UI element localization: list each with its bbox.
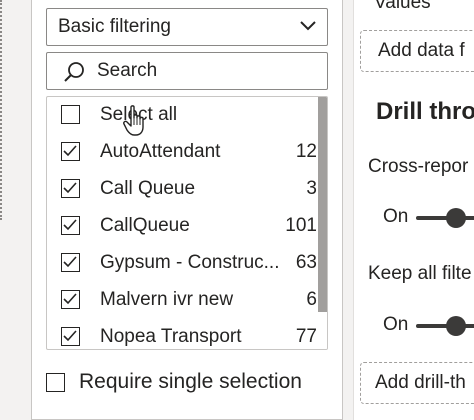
list-item[interactable]: Malvern ivr new 6 [47, 283, 317, 317]
item-label: Nopea Transport [100, 326, 242, 347]
filter-type-dropdown[interactable]: Basic filtering [46, 8, 328, 46]
item-checkbox[interactable] [61, 216, 80, 235]
select-all-checkbox[interactable] [61, 105, 80, 124]
keep-all-filters-label: Keep all filte [368, 263, 472, 284]
left-dashed-border [0, 0, 3, 220]
item-count: 6 [306, 289, 317, 310]
item-checkbox[interactable] [61, 179, 80, 198]
keep-filters-state: On [383, 314, 409, 335]
item-label: Call Queue [100, 178, 196, 199]
add-data-label: Add data f [378, 40, 465, 61]
scroll-thumb[interactable] [318, 97, 327, 312]
add-data-fields-button[interactable]: Add data f [360, 30, 474, 72]
item-count: 101 [285, 215, 317, 236]
item-label: Malvern ivr new [100, 289, 234, 310]
item-count: 3 [306, 178, 317, 199]
cross-report-label: Cross-repor [368, 156, 469, 177]
item-count: 12 [295, 141, 317, 162]
select-all-item[interactable]: Select all [47, 98, 317, 132]
filter-card: Basic filtering Search Select all AutoAt… [31, 0, 343, 420]
list-scrollbar[interactable] [317, 97, 327, 349]
item-label: Gypsum - Construc... [100, 252, 280, 273]
item-checkbox[interactable] [61, 290, 80, 309]
item-checkbox[interactable] [61, 327, 80, 346]
list-item[interactable]: Gypsum - Construc... 63 [47, 246, 317, 280]
single-selection-label: Require single selection [79, 370, 302, 393]
drill-through-title: Drill thro [376, 98, 474, 125]
hand-pointer-cursor-icon [123, 105, 144, 136]
list-item[interactable]: Nopea Transport 77 [47, 320, 317, 349]
item-checkbox[interactable] [61, 142, 80, 161]
search-icon [64, 62, 84, 82]
filter-type-label: Basic filtering [58, 16, 171, 37]
require-single-selection[interactable]: Require single selection [46, 366, 336, 398]
item-label: AutoAttendant [100, 141, 221, 162]
item-count: 63 [295, 252, 317, 273]
item-label: CallQueue [100, 215, 190, 236]
left-pane-edge [0, 0, 20, 420]
values-label: Values [374, 0, 431, 13]
add-drill-label: Add drill-th [375, 372, 466, 393]
keep-filters-toggle[interactable] [416, 313, 474, 339]
cross-report-state: On [383, 206, 409, 227]
chevron-down-icon [300, 21, 316, 31]
search-placeholder: Search [97, 60, 158, 81]
item-count: 77 [295, 326, 317, 347]
single-selection-checkbox[interactable] [46, 373, 65, 392]
item-checkbox[interactable] [61, 253, 80, 272]
search-input[interactable]: Search [46, 52, 328, 90]
list-item[interactable]: AutoAttendant 12 [47, 135, 317, 169]
cross-report-toggle[interactable] [416, 205, 474, 231]
list-item[interactable]: CallQueue 101 [47, 209, 317, 243]
add-drill-through-fields-button[interactable]: Add drill-th [360, 362, 474, 404]
list-item[interactable]: Call Queue 3 [47, 172, 317, 206]
filter-value-list[interactable]: Select all AutoAttendant 12 Call Queue 3… [46, 96, 328, 350]
